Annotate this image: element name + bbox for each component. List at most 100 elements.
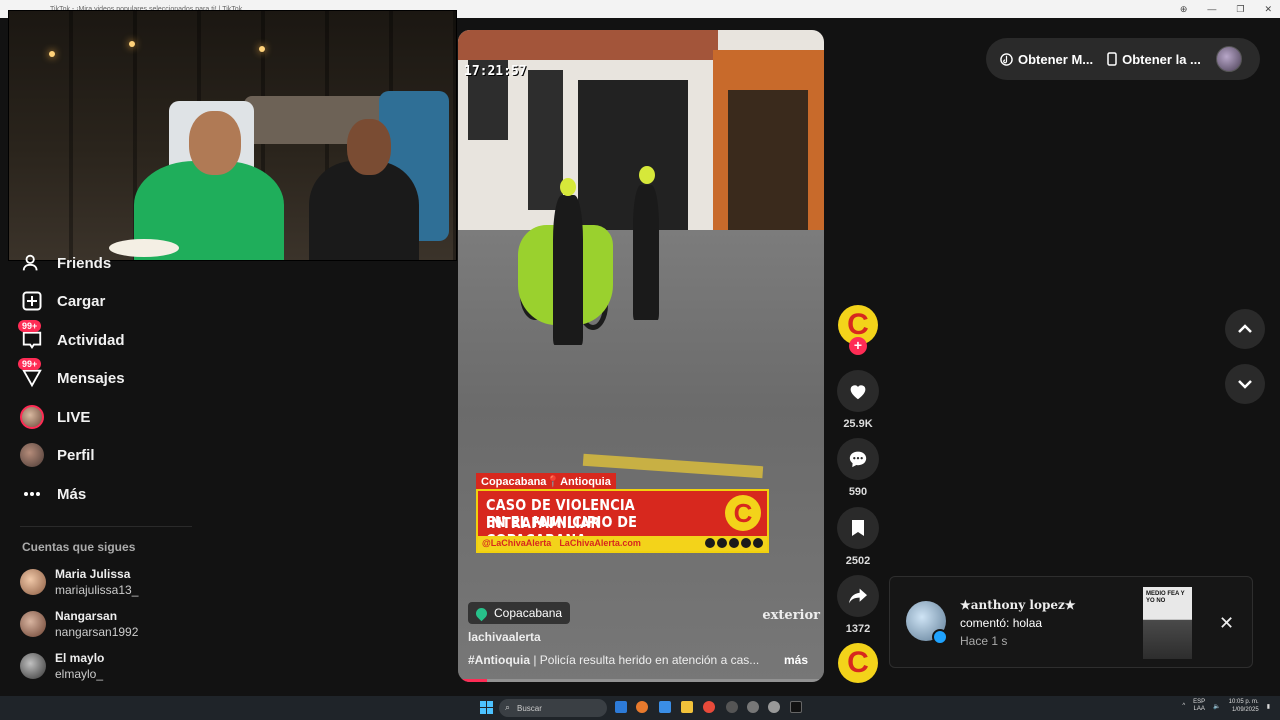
following-section-title: Cuentas que sigues [22,540,136,554]
taskbar-clock[interactable]: 10:05 p. m. 1/09/2025 [1229,698,1259,714]
notification-video-thumbnail[interactable]: MEDIO FEA Y YO NO [1143,587,1192,659]
sidebar-item-label: Más [57,485,87,503]
more-button[interactable]: más [784,653,808,667]
video-timestamp: 17:21:57 [464,64,527,79]
progress-fill [458,679,488,682]
news-site: LaChivaAlerta.com [559,538,641,548]
phone-icon [1107,52,1117,66]
account-handle: mariajulissa13_ [55,583,139,597]
close-icon[interactable]: ✕ [1219,613,1234,634]
tiktok-app-icon[interactable] [790,701,802,713]
sidebar-divider [20,526,192,527]
comment-count: 590 [848,486,868,498]
minimize-button[interactable]: — [1207,4,1216,14]
news-location-tag: Copacabana📍Antioquia [476,473,616,490]
sidebar-item-label: Mensajes [57,369,125,387]
account-name: Nangarsan [55,609,118,623]
hashtag-link[interactable]: #Antioquia [468,653,530,667]
windows-start-button[interactable] [480,701,493,714]
following-account[interactable]: El maylo elmaylo_ [20,648,104,684]
chrome-icon[interactable] [703,701,715,713]
notification-username: ★anthony lopez★ [960,598,1076,612]
task-view-icon[interactable] [615,701,627,713]
messages-icon: 99+ [18,358,44,390]
restore-button[interactable]: ❐ [1236,4,1244,15]
account-name: El maylo [55,651,105,665]
location-chip[interactable]: Copacabana [468,602,571,624]
store-icon[interactable] [659,701,671,713]
chevron-down-icon [1238,380,1252,389]
next-video-button[interactable] [1225,364,1265,404]
video-player[interactable]: 17:21:57 Copacabana📍Antioquia CASO DE VI… [458,30,824,682]
previous-video-button[interactable] [1225,309,1265,349]
following-account[interactable]: Nangarsan nangarsan1992 [20,606,138,642]
screen: TikTok - ¡Mira videos populares seleccio… [0,0,1280,720]
sidebar-item-label: Cargar [57,292,106,310]
folder-icon[interactable] [681,701,693,713]
activity-icon: 99+ [18,320,44,352]
save-count: 2502 [845,555,871,567]
browser-icon[interactable] [636,701,648,713]
comment-badge-icon [932,629,948,645]
news-handle: @LaChivaAlerta [482,538,552,548]
taskbar-search[interactable]: ⌕ Buscar [499,699,607,717]
comment-notification[interactable]: ★anthony lopez★ comentó: holaa Hace 1 s … [889,576,1253,668]
like-count: 25.9K [843,418,873,430]
notification-badge: 99+ [18,320,42,332]
account-handle: nangarsan1992 [55,625,139,639]
follow-button[interactable]: + [849,337,867,355]
sidebar-item-label: Actividad [57,331,125,349]
window-controls: ⊕ — ❐ ✕ [1180,0,1272,18]
news-banner: CASO DE VIOLENCIA INTRAFAMILIAR EN EL MU… [476,489,769,553]
user-avatar[interactable] [1216,46,1242,72]
share-count: 1372 [845,623,871,635]
sidebar-item-live[interactable]: LIVE [20,402,90,432]
friends-icon [20,251,44,275]
next-creator-avatar[interactable]: C [838,643,878,683]
language-indicator[interactable]: ESP LAA [1193,699,1205,713]
sidebar-item-label: Friends [57,254,112,272]
app-icon[interactable] [726,701,738,713]
comment-button[interactable] [837,438,879,480]
video-author[interactable]: lachivaalerta [468,630,541,644]
account-handle: elmaylo_ [55,667,104,681]
notification-center-icon[interactable]: ▮ [1267,703,1270,710]
like-button[interactable] [837,370,879,412]
sidebar-item-label: Perfil [57,446,95,464]
sidebar-item-mas[interactable]: Más [20,479,86,509]
more-dots-icon [20,482,44,506]
volume-icon[interactable]: 🔈 [1213,703,1220,710]
sidebar-item-cargar[interactable]: Cargar [20,286,105,316]
share-icon [849,588,867,604]
windows-taskbar: ⌕ Buscar ^ ESP LAA 🔈 10:05 p. m. 1/09/2025… [0,696,1280,720]
video-description: #Antioquia | Policía resulta herido en a… [468,653,760,667]
heart-icon [850,385,866,400]
search-icon: ⌕ [505,702,511,712]
following-account[interactable]: Maria Julissa mariajulissa13_ [20,564,138,600]
sidebar-item-perfil[interactable]: Perfil [20,440,95,470]
location-pin-icon [473,605,490,621]
profile-avatar [20,443,44,467]
upload-plus-icon [20,289,44,313]
account-name: Maria Julissa [55,567,131,581]
share-button[interactable] [837,575,879,617]
top-actions-bar: Obtener M... Obtener la ... [986,38,1260,80]
app-icon[interactable] [747,701,759,713]
sidebar-item-actividad[interactable]: 99+ Actividad [18,320,125,355]
avatar [20,569,46,595]
video-progress-bar[interactable] [458,679,824,682]
save-button[interactable] [837,507,879,549]
sidebar-item-friends[interactable]: Friends [20,248,111,278]
chevron-up-icon[interactable]: ^ [1182,703,1185,709]
comment-icon [849,451,867,468]
get-app-button[interactable]: Obtener M... [1000,52,1093,67]
bookmark-icon [852,520,864,536]
sidebar-item-mensajes[interactable]: 99+ Mensajes [18,358,125,393]
zoom-icon[interactable]: ⊕ [1180,4,1188,15]
webcam-overlay [8,10,457,261]
close-window-button[interactable]: ✕ [1264,4,1272,15]
sidebar: Friends Cargar 99+ Actividad 99+ Mensaje… [0,250,210,700]
obs-icon[interactable] [768,701,780,713]
get-mobile-app-button[interactable]: Obtener la ... [1107,52,1201,67]
social-icons [705,538,763,548]
